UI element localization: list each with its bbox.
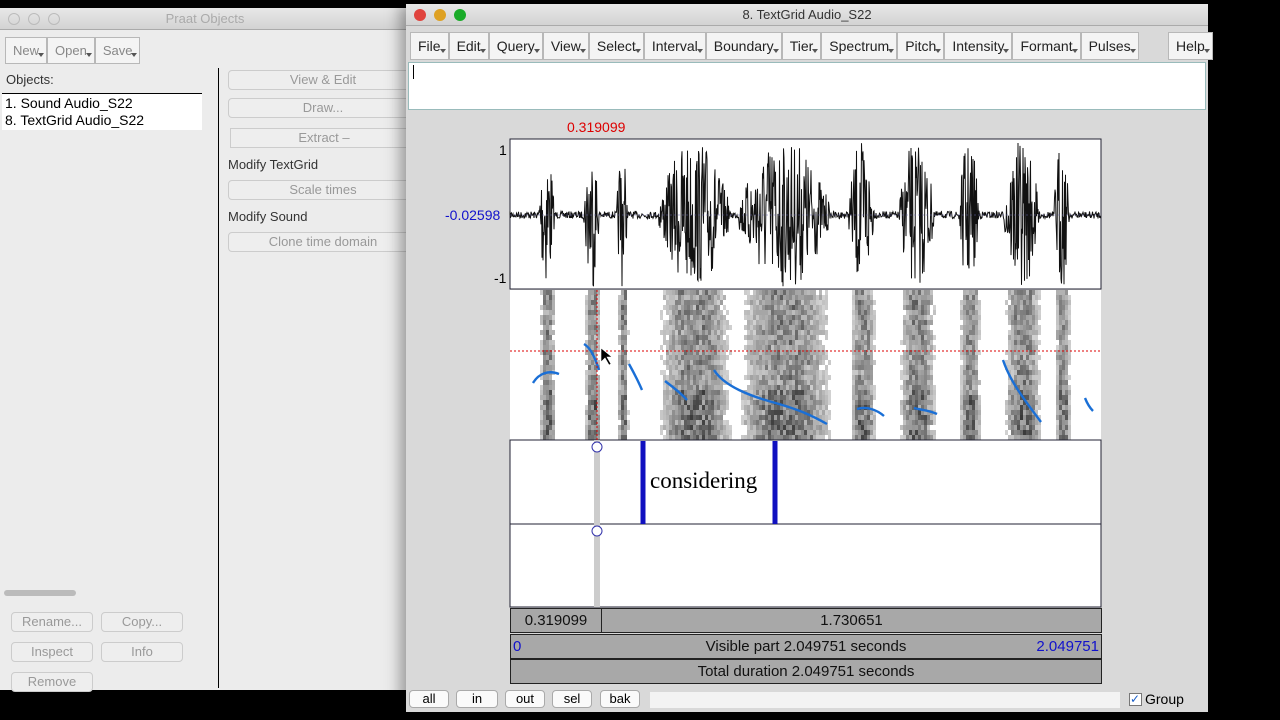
clone-time-domain-button[interactable]: Clone time domain: [228, 232, 418, 252]
menu-pulses[interactable]: Pulses: [1080, 32, 1139, 60]
menu-intensity[interactable]: Intensity: [944, 32, 1013, 60]
horizontal-scrollbar[interactable]: [650, 692, 1120, 708]
all-button[interactable]: all: [409, 690, 449, 708]
text-caret: [413, 65, 414, 79]
amp-cursor-label: -0.02598: [445, 207, 501, 223]
divider: [218, 68, 219, 688]
open-menu[interactable]: Open: [47, 37, 95, 64]
selection-right-bar[interactable]: 1.730651: [601, 608, 1102, 633]
modify-sound-label: Modify Sound: [228, 209, 308, 224]
modify-textgrid-label: Modify TextGrid: [228, 157, 319, 172]
cursor-time-label: 0.319099: [567, 119, 626, 135]
in-button[interactable]: in: [456, 690, 498, 708]
checkbox-checked-icon: ✓: [1129, 691, 1142, 706]
objects-list[interactable]: 1. Sound Audio_S22 8. TextGrid Audio_S22: [2, 93, 202, 601]
list-item[interactable]: 8. TextGrid Audio_S22: [2, 112, 202, 130]
selection-left-bar[interactable]: 0.319099: [510, 608, 602, 633]
rename-button[interactable]: Rename...: [11, 612, 93, 632]
group-checkbox[interactable]: ✓ Group: [1129, 691, 1184, 707]
menu-formant[interactable]: Formant: [1012, 32, 1081, 60]
menu-pitch[interactable]: Pitch: [897, 32, 945, 60]
menu-spectrum[interactable]: Spectrum: [821, 32, 898, 60]
menu-interval[interactable]: Interval: [643, 32, 706, 60]
extract-menu[interactable]: Extract –: [230, 128, 418, 148]
total-duration-bar[interactable]: Total duration 2.049751 seconds: [510, 659, 1102, 684]
minimize-button[interactable]: [434, 9, 446, 21]
boundary-handle[interactable]: [591, 441, 603, 453]
objects-toolbar: New Open Save: [5, 37, 141, 64]
boundary-handle[interactable]: [591, 525, 603, 537]
list-item[interactable]: 1. Sound Audio_S22: [2, 94, 202, 112]
interval-label[interactable]: considering: [650, 468, 757, 494]
menu-file[interactable]: File: [410, 32, 449, 60]
info-button[interactable]: Info: [101, 642, 183, 662]
remove-button[interactable]: Remove: [11, 672, 93, 692]
window-title: Praat Objects: [165, 11, 245, 26]
group-label: Group: [1145, 691, 1184, 707]
visible-end: 2.049751: [1036, 638, 1099, 655]
title-bar: Praat Objects: [0, 8, 410, 30]
menu-tier[interactable]: Tier: [781, 32, 822, 60]
draw-button[interactable]: Draw...: [228, 98, 418, 118]
spectrogram: [510, 290, 1101, 440]
out-button[interactable]: out: [505, 690, 545, 708]
close-button[interactable]: [414, 9, 426, 21]
help-menu[interactable]: Help: [1168, 32, 1213, 60]
save-menu[interactable]: Save: [94, 37, 141, 64]
menu-boundary[interactable]: Boundary: [705, 32, 782, 60]
menu-edit[interactable]: Edit: [448, 32, 489, 60]
menu-select[interactable]: Select: [588, 32, 644, 60]
praat-objects-window: Praat Objects New Open Save Objects: 1. …: [0, 8, 418, 692]
window-title: 8. TextGrid Audio_S22: [742, 7, 872, 22]
amp-max-label: 1: [499, 142, 507, 158]
visible-part-label: Visible part 2.049751 seconds: [705, 638, 907, 655]
minimize-button[interactable]: [28, 13, 40, 25]
new-menu[interactable]: New: [5, 37, 48, 64]
bak-button[interactable]: bak: [600, 690, 640, 708]
menu-query[interactable]: Query: [488, 32, 543, 60]
menu-view[interactable]: View: [542, 32, 589, 60]
zoom-button[interactable]: [48, 13, 60, 25]
scale-times-button[interactable]: Scale times: [228, 180, 418, 200]
visible-start: 0: [513, 638, 522, 655]
objects-label: Objects:: [6, 72, 54, 87]
list-scrollbar[interactable]: [4, 590, 76, 596]
interval-text-field[interactable]: [408, 62, 1206, 110]
inspect-button[interactable]: Inspect: [11, 642, 93, 662]
signal-display[interactable]: [509, 138, 1103, 608]
menu-bar: File Edit Query View Select Interval Boundary T…: [410, 32, 1139, 60]
zoom-button[interactable]: [454, 9, 466, 21]
view-edit-button[interactable]: View & Edit: [228, 70, 418, 90]
copy-button[interactable]: Copy...: [101, 612, 183, 632]
visible-part-bar[interactable]: 0 Visible part 2.049751 seconds 2.049751: [510, 634, 1102, 659]
sel-button[interactable]: sel: [552, 690, 592, 708]
amp-min-label: -1: [494, 270, 507, 286]
title-bar: 8. TextGrid Audio_S22: [406, 4, 1208, 26]
close-button[interactable]: [8, 13, 20, 25]
